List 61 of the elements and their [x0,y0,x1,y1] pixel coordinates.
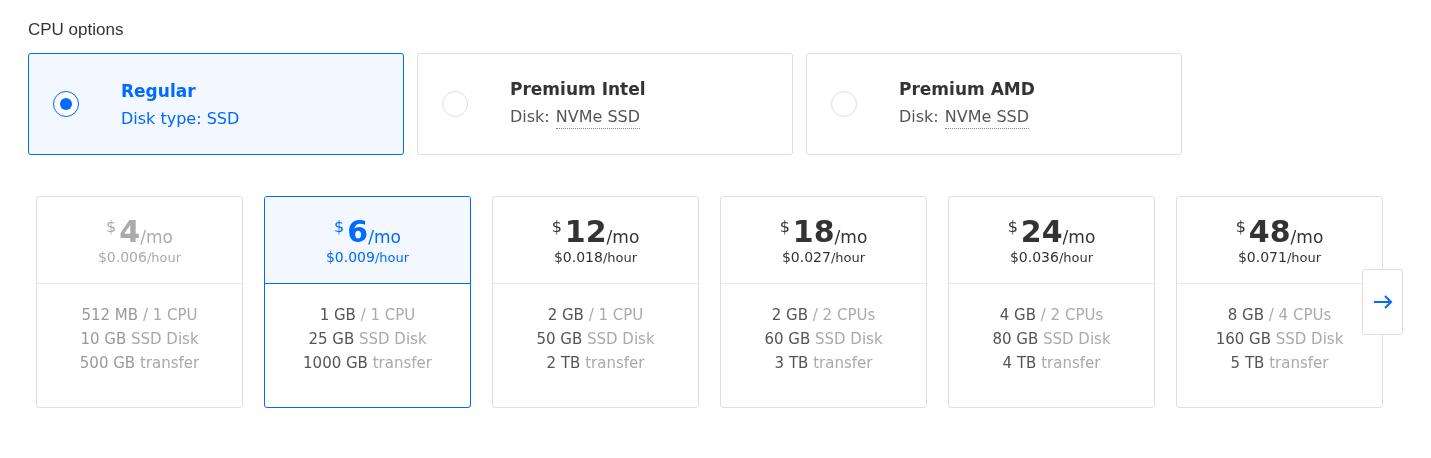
spec-line: 1 GB / 1 CPU [319,306,416,324]
price-period: /mo [1062,227,1096,247]
spec-line: 50 GB SSD Disk [536,330,655,348]
hourly-price: $0.027/hour [781,249,866,265]
spec-line: 2 TB transfer [546,354,645,372]
next-button[interactable] [1362,269,1403,335]
plan-card[interactable]: $12/mo $0.018/hour 2 GB / 1 CPU 50 GB SSD Disk 2 TB transfer [492,196,699,408]
disk-type-link[interactable]: NVMe SSD [555,107,641,129]
monthly-price: 18 [792,215,835,249]
spec-line: 2 GB / 2 CPUs [771,306,876,324]
hourly-price: $0.006/hour [97,249,182,265]
cpu-option-card[interactable]: Regular Disk type: SSD [28,53,404,155]
monthly-price: 4 [119,215,141,249]
monthly-price: 48 [1248,215,1291,249]
spec-line: 4 TB transfer [1002,354,1101,372]
plan-card[interactable]: $6/mo $0.009/hour 1 GB / 1 CPU 25 GB SSD Disk 1000 GB transfer [264,196,471,408]
currency-symbol: $ [1235,217,1246,236]
currency-symbol: $ [551,217,562,236]
cpu-option-card[interactable]: Premium AMD Disk: NVMe SSD [806,53,1182,155]
spec-line: 3 TB transfer [774,354,873,372]
spec-line: 80 GB SSD Disk [992,330,1111,348]
spec-line: 60 GB SSD Disk [764,330,883,348]
currency-symbol: $ [334,217,345,236]
price-period: /mo [606,227,640,247]
hourly-price: $0.036/hour [1009,249,1094,265]
spec-line: 2 GB / 1 CPU [547,306,644,324]
spec-line: 25 GB SSD Disk [308,330,427,348]
price-period: /mo [1290,227,1324,247]
disk-label: Disk: [510,107,550,128]
spec-line: 4 GB / 2 CPUs [999,306,1104,324]
plan-card[interactable]: $24/mo $0.036/hour 4 GB / 2 CPUs 80 GB SSD Disk 4 TB transfer [948,196,1155,408]
option-name: Regular [121,80,197,101]
disk-label: Disk: [899,107,939,128]
currency-symbol: $ [779,217,790,236]
currency-symbol: $ [1007,217,1018,236]
radio-button[interactable] [53,91,79,117]
arrow-right-icon [1372,295,1393,309]
spec-line: 10 GB SSD Disk [80,330,199,348]
monthly-price: 12 [564,215,607,249]
disk-label: Disk type: SSD [121,108,240,128]
plan-card[interactable]: $18/mo $0.027/hour 2 GB / 2 CPUs 60 GB SSD Disk 3 TB transfer [720,196,927,408]
spec-line: 512 MB / 1 CPU [81,306,198,324]
price-period: /mo [140,227,173,247]
disk-type-link[interactable]: NVMe SSD [944,107,1030,129]
spec-line: 500 GB transfer [79,354,200,372]
hourly-price: $0.009/hour [325,249,410,265]
spec-line: 160 GB SSD Disk [1215,330,1344,348]
hourly-price: $0.018/hour [553,249,638,265]
option-name: Premium Intel [510,79,646,99]
spec-line: 1000 GB transfer [303,354,432,372]
option-name: Premium AMD [899,79,1035,99]
spec-line: 8 GB / 4 CPUs [1227,306,1332,324]
cpu-option-card[interactable]: Premium Intel Disk: NVMe SSD [417,53,793,155]
monthly-price: 24 [1020,215,1063,249]
currency-symbol: $ [106,217,117,236]
monthly-price: 6 [347,215,369,249]
price-period: /mo [834,227,868,247]
hourly-price: $0.071/hour [1237,249,1322,265]
section-title: CPU options [28,20,125,40]
spec-line: 5 TB transfer [1230,354,1329,372]
price-period: /mo [368,227,401,247]
